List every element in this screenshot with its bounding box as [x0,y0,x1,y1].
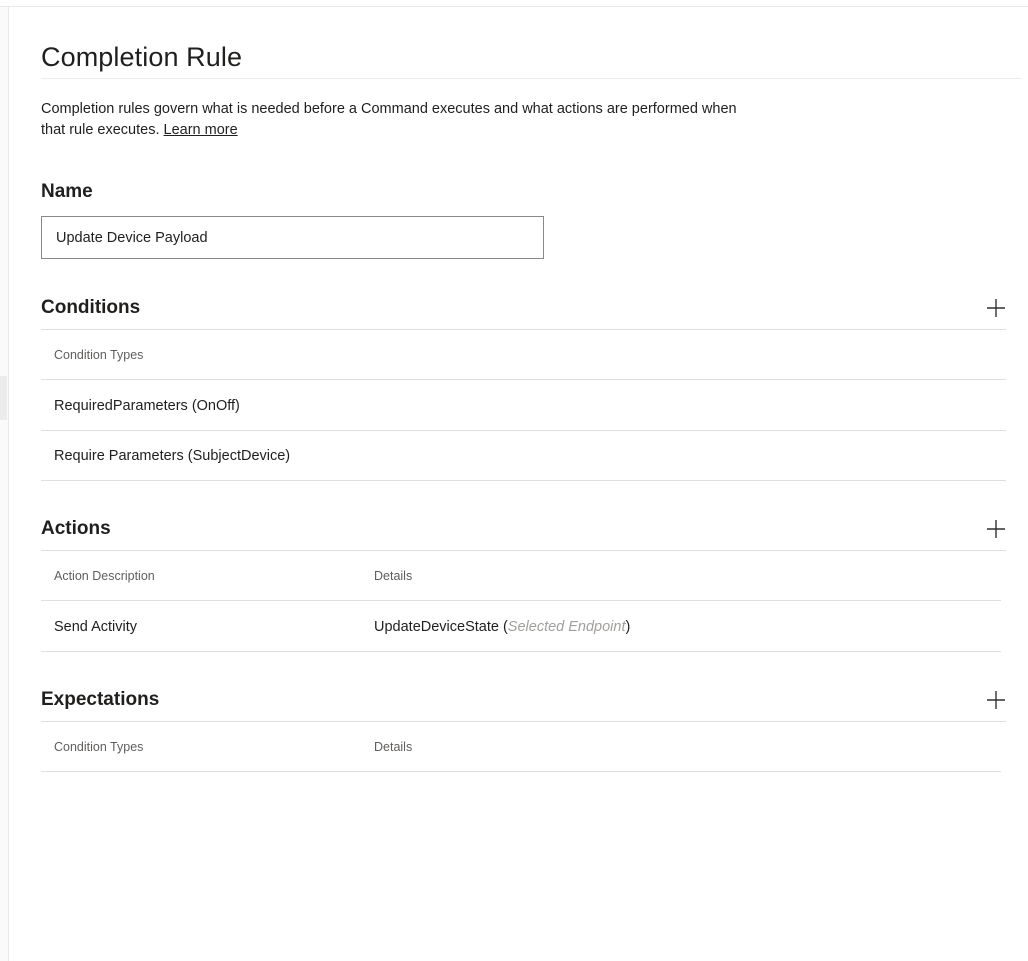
page-title: Completion Rule [41,42,243,72]
action-row-details[interactable]: UpdateDeviceState (Selected Endpoint) [374,619,630,635]
plus-icon [987,299,1005,317]
table-divider [41,480,1006,481]
condition-row-1[interactable]: RequiredParameters (OnOff) [54,398,240,414]
table-divider [41,771,1001,772]
plus-icon [987,691,1005,709]
expectations-heading: Expectations [41,689,160,710]
action-details-close-paren: ) [625,619,631,635]
condition-row-2[interactable]: Require Parameters (SubjectDevice) [54,448,290,464]
expectations-divider [41,721,1006,722]
title-divider [41,78,1021,79]
add-expectation-button[interactable] [984,688,1008,712]
conditions-heading: Conditions [41,297,141,318]
action-details-hint: Selected Endpoint [507,619,626,635]
add-condition-button[interactable] [984,296,1008,320]
conditions-divider [41,329,1006,330]
table-divider [41,379,1006,380]
action-details-header: Details [374,569,413,583]
expectation-types-header: Condition Types [54,740,144,754]
action-details-open-paren: ( [498,619,508,635]
description-text: Completion rules govern what is needed b… [41,101,737,138]
expectation-details-header: Details [374,740,413,754]
left-nav-edge [0,7,9,961]
actions-divider [41,550,1006,551]
left-nav-handle[interactable] [0,376,7,420]
action-details-value: UpdateDeviceState [374,619,499,635]
table-divider [41,651,1001,652]
condition-types-header: Condition Types [54,348,144,362]
action-description-header: Action Description [54,569,155,583]
plus-icon [987,520,1005,538]
table-divider [41,600,1001,601]
learn-more-link[interactable]: Learn more [164,122,238,138]
add-action-button[interactable] [984,517,1008,541]
name-label: Name [41,181,93,202]
name-input[interactable] [41,216,544,259]
page-description: Completion rules govern what is needed b… [41,99,761,141]
action-row-description[interactable]: Send Activity [54,619,137,635]
actions-heading: Actions [41,518,111,539]
table-divider [41,430,1006,431]
top-border [0,0,1028,7]
